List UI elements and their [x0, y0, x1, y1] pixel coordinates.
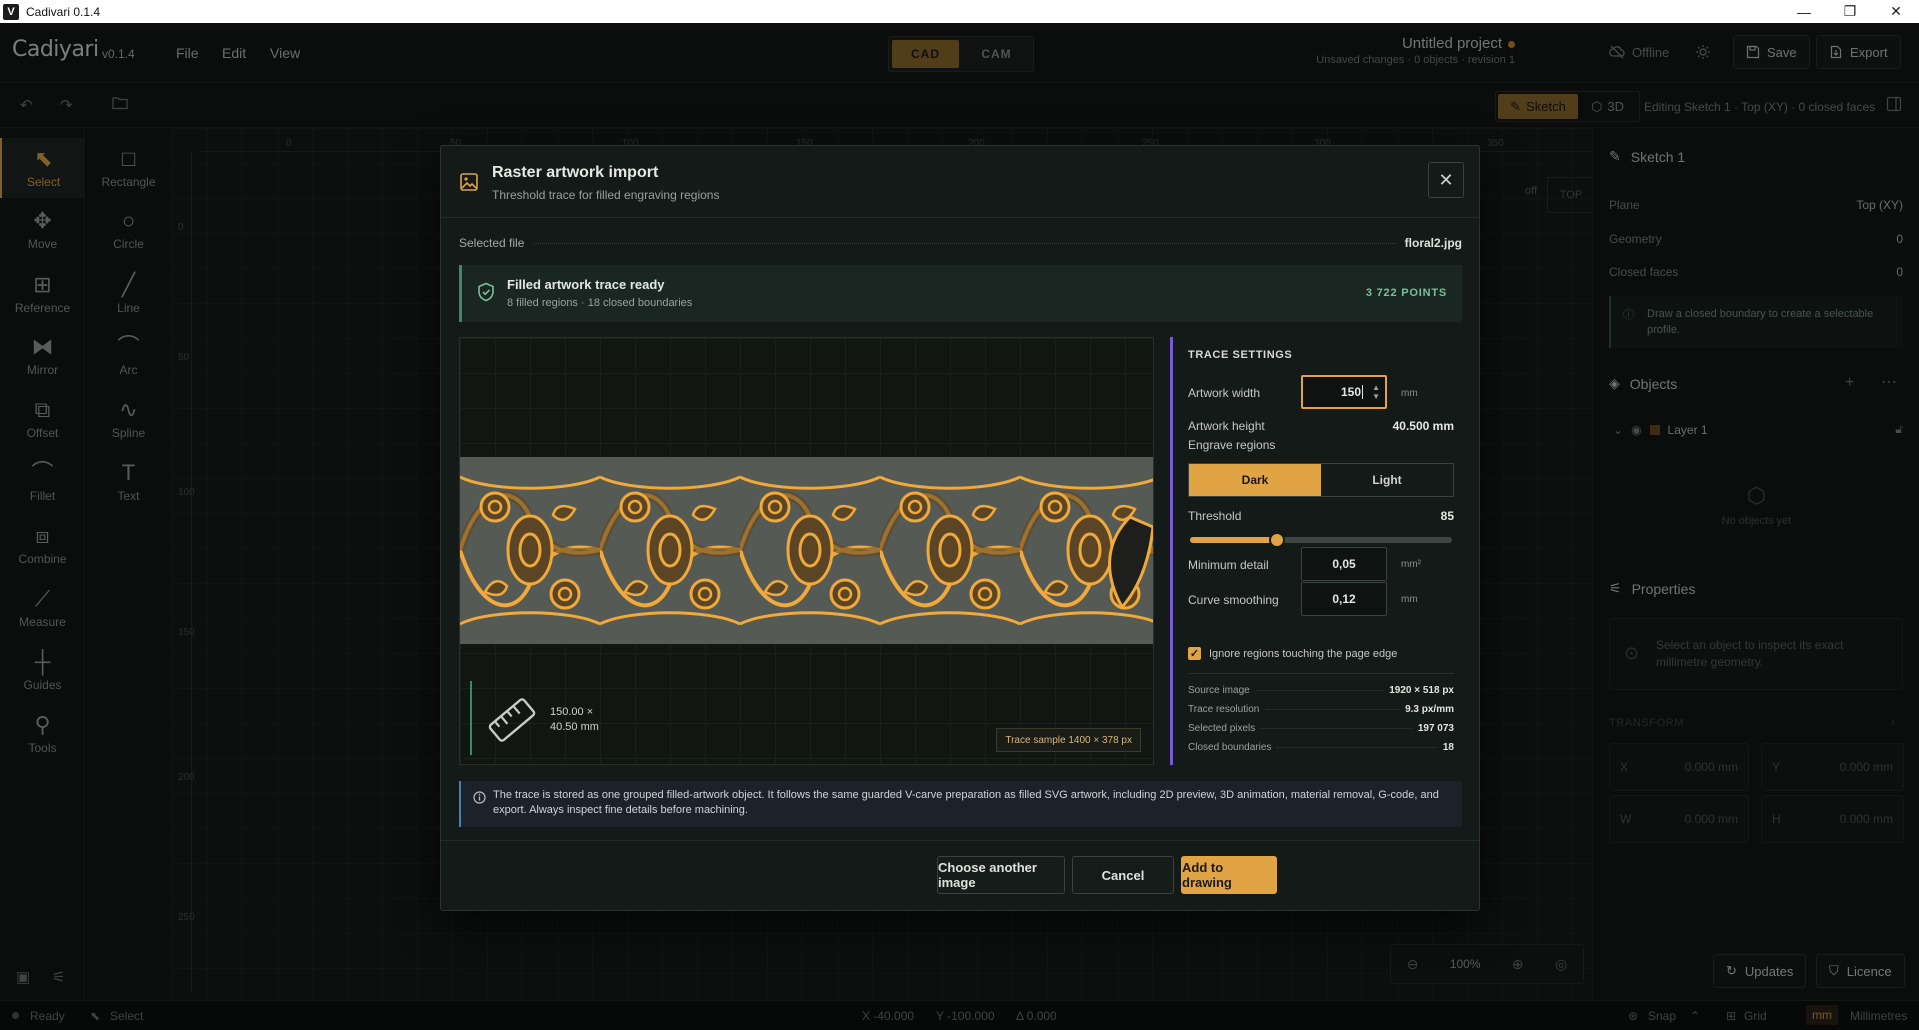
text-caret — [1362, 385, 1363, 399]
threshold-value: 85 — [1440, 509, 1454, 523]
dimension-width: 150.00 × — [550, 706, 594, 718]
engrave-light-option[interactable]: Light — [1321, 464, 1453, 496]
minimum-detail-input[interactable]: 0,05 — [1301, 547, 1387, 581]
trace-settings: TRACE SETTINGS Artwork width 150 ▲ ▼ mm A… — [1170, 337, 1462, 765]
artwork-height-row: Artwork height 40.500 mm — [1188, 419, 1454, 433]
minimize-button[interactable]: — — [1781, 0, 1827, 23]
divider — [1188, 673, 1454, 674]
trace-sample-badge: Trace sample 1400 × 378 px — [996, 728, 1141, 752]
trace-preview: 150.00 × 40.50 mm Trace sample 1400 × 378… — [459, 337, 1154, 765]
close-window-button[interactable]: ✕ — [1873, 0, 1919, 23]
artwork-height-label: Artwork height — [1188, 419, 1265, 433]
add-to-drawing-button[interactable]: Add to drawing — [1181, 856, 1277, 894]
info-circle-icon — [473, 791, 486, 804]
ignore-edge-label: Ignore regions touching the page edge — [1209, 647, 1398, 660]
raster-import-dialog: Raster artwork import Threshold trace fo… — [440, 145, 1480, 911]
choose-another-image-button[interactable]: Choose another image — [937, 856, 1065, 894]
stat-row: Closed boundaries 18 — [1188, 740, 1454, 754]
engrave-dark-option[interactable]: Dark — [1189, 464, 1321, 496]
trace-settings-heading: TRACE SETTINGS — [1188, 349, 1293, 361]
stat-label: Closed boundaries — [1188, 741, 1272, 753]
ignore-edge-checkbox[interactable]: ✓ Ignore regions touching the page edge — [1188, 647, 1397, 660]
window-title-bar: V Cadivari 0.1.4 — ❐ ✕ — [0, 0, 1919, 23]
maximize-button[interactable]: ❐ — [1827, 0, 1873, 23]
stat-label: Source image — [1188, 684, 1250, 696]
artwork-width-value: 150 — [1340, 385, 1361, 399]
ornament-artwork — [460, 469, 1153, 632]
app-logo-icon: V — [3, 3, 19, 20]
threshold-label: Threshold — [1188, 509, 1242, 523]
stat-value: 18 — [1442, 741, 1454, 753]
dialog-header: Raster artwork import Threshold trace fo… — [441, 146, 1479, 218]
stepper-icon[interactable]: ▲ ▼ — [1372, 383, 1380, 401]
points-count: 3 722 POINTS — [1365, 287, 1447, 299]
dimension-readout: 150.00 × 40.50 mm — [470, 681, 620, 755]
trace-ready-banner: Filled artwork trace ready 8 filled regi… — [459, 265, 1462, 322]
stat-value: 197 073 — [1417, 722, 1454, 734]
stat-value: 9.3 px/mm — [1405, 703, 1454, 715]
dimension-height: 40.50 mm — [550, 721, 599, 733]
close-dialog-button[interactable]: ✕ — [1428, 162, 1464, 198]
banner-title: Filled artwork trace ready — [507, 277, 665, 292]
shield-check-icon — [477, 282, 495, 302]
ruler-icon — [484, 695, 540, 745]
artwork-width-input[interactable]: 150 ▲ ▼ — [1301, 375, 1387, 409]
threshold-row: Threshold 85 — [1188, 509, 1454, 523]
close-icon: ✕ — [1438, 169, 1454, 190]
selected-file-name: floral2.jpg — [1404, 236, 1462, 250]
smoothing-unit: mm — [1401, 594, 1418, 605]
stat-label: Selected pixels — [1188, 722, 1256, 734]
engrave-regions-toggle: Dark Light — [1188, 463, 1454, 497]
dialog-footer: Choose another image Cancel Add to drawi… — [441, 840, 1479, 912]
checkbox-check-icon: ✓ — [1188, 647, 1201, 660]
stat-label: Trace resolution — [1188, 703, 1260, 715]
banner-subtitle: 8 filled regions · 18 closed boundaries — [507, 297, 693, 309]
dialog-subtitle: Threshold trace for filled engraving reg… — [492, 188, 720, 202]
selected-file-row: Selected file floral2.jpg — [459, 234, 1462, 252]
window-title: Cadivari 0.1.4 — [26, 4, 101, 19]
curve-smoothing-input[interactable]: 0,12 — [1301, 582, 1387, 616]
threshold-slider[interactable] — [1190, 532, 1452, 548]
traced-artwork — [460, 457, 1153, 644]
selected-file-label: Selected file — [459, 236, 525, 250]
stat-row: Source image 1920 × 518 px — [1188, 683, 1454, 697]
dotted-leader — [534, 242, 1395, 244]
engrave-regions-label: Engrave regions — [1188, 438, 1276, 452]
stat-value: 1920 × 518 px — [1389, 684, 1454, 696]
width-unit: mm — [1401, 388, 1418, 399]
trace-info-note: The trace is stored as one grouped fille… — [459, 781, 1462, 827]
threshold-slider-fill — [1190, 537, 1278, 543]
stat-row: Selected pixels 197 073 — [1188, 721, 1454, 735]
threshold-slider-handle[interactable] — [1269, 532, 1286, 548]
min-detail-unit: mm² — [1401, 559, 1421, 570]
dialog-title: Raster artwork import — [492, 164, 659, 181]
image-icon — [459, 172, 479, 192]
artwork-height-value: 40.500 mm — [1392, 419, 1454, 433]
stat-row: Trace resolution 9.3 px/mm — [1188, 702, 1454, 716]
info-text: The trace is stored as one grouped fille… — [493, 789, 1439, 816]
cancel-button[interactable]: Cancel — [1072, 856, 1174, 894]
